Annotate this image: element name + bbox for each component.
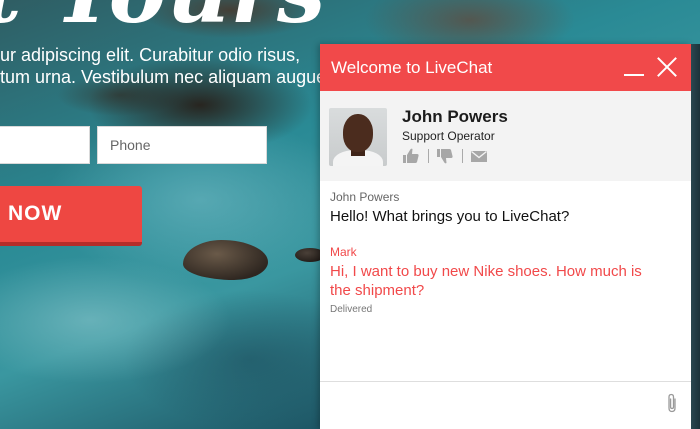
name-input[interactable] (0, 126, 90, 164)
chat-header: Welcome to LiveChat (320, 44, 691, 91)
chat-title: Welcome to LiveChat (331, 58, 493, 77)
agent-name: John Powers (402, 107, 508, 126)
background-edge (691, 44, 700, 429)
message-composer[interactable] (320, 381, 691, 429)
message-text: Hello! What brings you to LiveChat? (330, 208, 570, 225)
book-now-button[interactable]: NOW (0, 186, 142, 246)
close-icon[interactable] (656, 56, 678, 78)
hero-description: ur adipiscing elit. Curabitur odio risus… (0, 44, 332, 88)
hero-text-line: tum urna. Vestibulum nec aliquam augue. (0, 67, 332, 87)
phone-input[interactable]: Phone (97, 126, 267, 164)
agent-role: Support Operator (402, 129, 495, 143)
paperclip-icon[interactable] (665, 393, 679, 413)
hero-text-line: ur adipiscing elit. Curabitur odio risus… (0, 45, 301, 65)
thumbs-down-icon[interactable] (436, 147, 454, 165)
message-author: Mark (330, 245, 357, 259)
message-text: Hi, I want to buy new Nike shoes. How mu… (330, 263, 642, 299)
rating-controls (402, 147, 502, 165)
hero-title: t Tours (0, 0, 326, 43)
envelope-icon[interactable] (470, 147, 488, 165)
minimize-icon[interactable] (622, 56, 646, 80)
background-rock (183, 240, 268, 280)
phone-placeholder: Phone (110, 137, 151, 153)
message-status: Delivered (330, 304, 373, 315)
thumbs-up-icon[interactable] (402, 147, 420, 165)
message-list: John Powers Hello! What brings you to Li… (320, 181, 691, 381)
avatar (329, 108, 387, 166)
livechat-window: Welcome to LiveChat John Powers Support … (320, 44, 691, 429)
message-author: John Powers (330, 190, 400, 204)
book-now-label: NOW (8, 202, 63, 225)
agent-card: John Powers Support Operator (320, 91, 691, 181)
